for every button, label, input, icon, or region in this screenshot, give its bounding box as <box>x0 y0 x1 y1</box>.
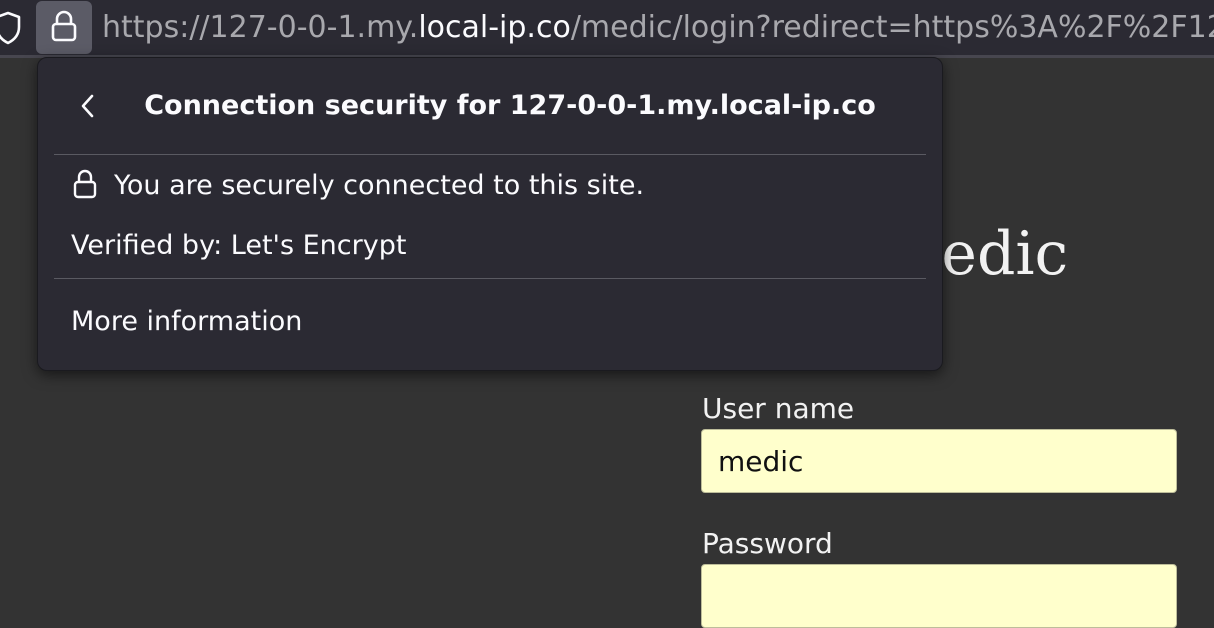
username-input[interactable] <box>701 429 1177 493</box>
verified-by-text: Verified by: Let's Encrypt <box>71 230 407 261</box>
divider <box>54 154 926 155</box>
url-suffix: /medic/login?redirect=https%3A%2F%2F127-… <box>570 10 1214 45</box>
url-bar[interactable]: https://127-0-0-1.my.local-ip.co/medic/l… <box>0 0 1214 58</box>
more-information-button[interactable]: More information <box>71 302 302 342</box>
url-host: local-ip.co <box>418 10 571 45</box>
site-identity-button[interactable] <box>36 1 92 54</box>
connection-security-popup: Connection security for 127-0-0-1.my.loc… <box>37 57 943 371</box>
username-label: User name <box>702 392 855 425</box>
password-label: Password <box>702 527 833 560</box>
popup-title: Connection security for 127-0-0-1.my.loc… <box>144 90 876 121</box>
url-text[interactable]: https://127-0-0-1.my.local-ip.co/medic/l… <box>102 8 1214 48</box>
url-prefix: https://127-0-0-1.my. <box>102 10 419 45</box>
secure-connection-row: You are securely connected to this site. <box>72 166 644 206</box>
divider <box>54 278 926 279</box>
lock-icon <box>72 168 114 204</box>
secure-connection-text: You are securely connected to this site. <box>114 170 645 201</box>
shield-icon[interactable] <box>0 10 22 46</box>
lock-icon <box>49 9 79 47</box>
